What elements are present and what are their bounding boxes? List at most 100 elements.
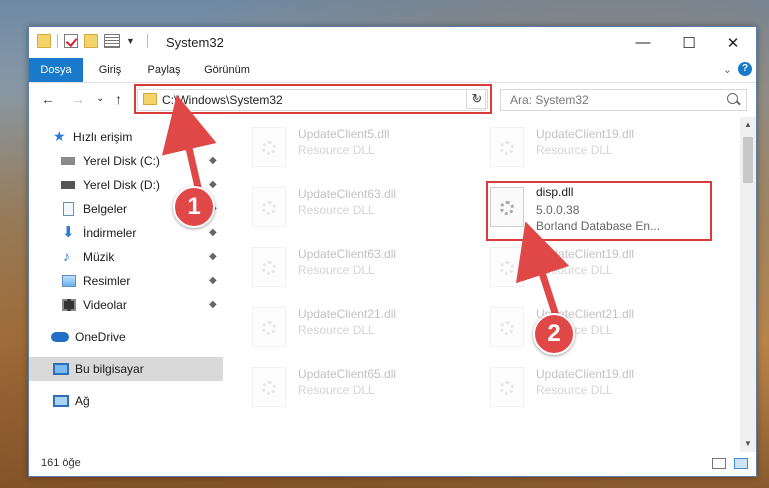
pin-icon[interactable]: ◆ bbox=[209, 227, 217, 238]
up-button[interactable]: ↑ bbox=[115, 91, 122, 107]
file-type: Resource DLL bbox=[298, 143, 375, 157]
sidebar-item-local-disk-c[interactable]: Yerel Disk (C:) ◆ bbox=[29, 149, 223, 173]
sidebar-item-quick-access[interactable]: ★ Hızlı erişim bbox=[29, 125, 223, 149]
search-icon bbox=[727, 93, 738, 104]
recent-locations-button[interactable]: ⌄ bbox=[96, 93, 104, 104]
new-folder-icon[interactable] bbox=[84, 34, 98, 48]
file-name: UpdateClient63.dll bbox=[298, 187, 397, 201]
tab-paylas[interactable]: Paylaş bbox=[141, 58, 187, 82]
dll-file-icon bbox=[252, 187, 286, 227]
status-bar: 161 öğe bbox=[29, 452, 756, 476]
sidebar-item-network[interactable]: Ağ bbox=[29, 389, 223, 413]
sidebar-item-label: Resimler bbox=[83, 274, 131, 288]
file-item[interactable]: UpdateClient21.dll Resource DLL bbox=[252, 305, 472, 353]
scroll-down-icon[interactable]: ▼ bbox=[740, 436, 756, 452]
star-icon: ★ bbox=[53, 128, 66, 144]
sidebar-item-label: Yerel Disk (C:) bbox=[83, 154, 160, 168]
sidebar-item-onedrive[interactable]: OneDrive bbox=[29, 325, 223, 349]
sidebar-item-label: İndirmeler bbox=[83, 226, 137, 240]
file-type: Resource DLL bbox=[536, 263, 613, 277]
file-name: UpdateClient19.dll bbox=[536, 367, 635, 381]
dll-file-icon bbox=[252, 307, 286, 347]
chevron-down-icon[interactable]: ▼ bbox=[126, 36, 135, 46]
dll-file-icon bbox=[252, 127, 286, 167]
film-icon bbox=[62, 299, 76, 311]
vertical-scrollbar[interactable]: ▲ ▼ bbox=[740, 117, 756, 452]
ribbon-tabs: Dosya Giriş Paylaş Görünüm ⌄ ? bbox=[29, 58, 756, 83]
step-2-badge: 2 bbox=[533, 313, 575, 355]
drive-icon bbox=[61, 157, 75, 165]
forward-button[interactable]: → bbox=[71, 91, 85, 107]
file-item[interactable]: UpdateClient19.dll Resource DLL bbox=[490, 365, 710, 413]
customize-toolbar-icon[interactable] bbox=[104, 34, 120, 48]
details-view-icon[interactable] bbox=[712, 458, 726, 469]
close-icon: ✕ bbox=[726, 34, 740, 52]
pin-icon[interactable]: ◆ bbox=[209, 299, 217, 310]
cloud-icon bbox=[51, 332, 69, 342]
file-item[interactable]: UpdateClient63.dll Resource DLL bbox=[252, 185, 472, 233]
sidebar-item-label: Ağ bbox=[75, 394, 90, 408]
sidebar-item-label: Hızlı erişim bbox=[73, 130, 133, 144]
computer-icon bbox=[53, 363, 69, 375]
pictures-icon bbox=[62, 275, 76, 287]
step-1-badge: 1 bbox=[173, 186, 215, 228]
minimize-button[interactable]: — bbox=[620, 27, 666, 58]
drive-icon bbox=[61, 181, 75, 189]
file-item[interactable]: UpdateClient19.dll Resource DLL bbox=[490, 125, 710, 173]
close-button[interactable]: ✕ bbox=[710, 27, 756, 58]
sidebar-item-pictures[interactable]: Resimler ◆ bbox=[29, 269, 223, 293]
file-item[interactable]: UpdateClient63.dll Resource DLL bbox=[252, 245, 472, 293]
file-type: Resource DLL bbox=[536, 383, 613, 397]
search-placeholder: Ara: System32 bbox=[510, 93, 589, 107]
file-name: UpdateClient63.dll bbox=[298, 247, 397, 261]
dll-file-icon bbox=[490, 127, 524, 167]
file-type: Resource DLL bbox=[298, 263, 375, 277]
pin-icon[interactable]: ◆ bbox=[209, 179, 217, 190]
network-icon bbox=[53, 395, 69, 407]
file-item[interactable]: UpdateClient19.dll Resource DLL bbox=[490, 245, 710, 293]
sidebar-item-videos[interactable]: Videolar ◆ bbox=[29, 293, 223, 317]
help-icon[interactable]: ? bbox=[738, 62, 752, 76]
search-input[interactable]: Ara: System32 bbox=[500, 89, 747, 111]
window-title: System32 bbox=[166, 35, 224, 50]
maximize-icon: ☐ bbox=[682, 34, 696, 52]
tiles-view-icon[interactable] bbox=[734, 458, 748, 469]
pin-icon[interactable]: ◆ bbox=[209, 275, 217, 286]
file-item[interactable]: UpdateClient65.dll Resource DLL bbox=[252, 365, 472, 413]
sidebar-item-label: Videolar bbox=[83, 298, 127, 312]
download-arrow-icon: ⬇ bbox=[62, 224, 75, 241]
properties-check-icon[interactable] bbox=[64, 34, 78, 48]
tab-gorunum[interactable]: Görünüm bbox=[197, 58, 257, 82]
file-item[interactable]: UpdateClient21.dll Resource DLL bbox=[490, 305, 710, 353]
scrollbar-thumb[interactable] bbox=[743, 137, 753, 183]
expand-ribbon-icon[interactable]: ⌄ bbox=[723, 63, 732, 76]
sidebar-item-music[interactable]: ♪ Müzik ◆ bbox=[29, 245, 223, 269]
file-item[interactable]: UpdateClient5.dll Resource DLL bbox=[252, 125, 472, 173]
file-name: UpdateClient5.dll bbox=[298, 127, 390, 141]
file-type: Resource DLL bbox=[298, 383, 375, 397]
document-icon bbox=[63, 202, 74, 216]
file-name: UpdateClient19.dll bbox=[536, 127, 635, 141]
scroll-up-icon[interactable]: ▲ bbox=[740, 117, 756, 133]
file-list-area: UpdateClient5.dll Resource DLL UpdateCli… bbox=[224, 117, 740, 452]
tab-giris[interactable]: Giriş bbox=[89, 58, 131, 82]
music-note-icon: ♪ bbox=[63, 248, 70, 264]
sidebar-item-this-pc[interactable]: Bu bilgisayar bbox=[29, 357, 223, 381]
file-name: UpdateClient21.dll bbox=[298, 307, 397, 321]
maximize-button[interactable]: ☐ bbox=[666, 27, 712, 58]
pin-icon[interactable]: ◆ bbox=[209, 155, 217, 166]
dll-file-icon bbox=[252, 367, 286, 407]
tab-dosya[interactable]: Dosya bbox=[29, 58, 83, 82]
file-name: UpdateClient65.dll bbox=[298, 367, 397, 381]
sidebar-item-label: Yerel Disk (D:) bbox=[83, 178, 160, 192]
minimize-icon: — bbox=[635, 34, 651, 51]
file-type: Resource DLL bbox=[298, 203, 375, 217]
pin-icon[interactable]: ◆ bbox=[209, 251, 217, 262]
item-count: 161 öğe bbox=[41, 457, 81, 469]
sidebar-item-label: OneDrive bbox=[75, 330, 126, 344]
file-type: Resource DLL bbox=[536, 143, 613, 157]
back-button[interactable]: ← bbox=[41, 91, 55, 107]
sidebar-item-label: Bu bilgisayar bbox=[75, 362, 144, 376]
file-explorer-window: ▼ System32 — ☐ ✕ Dosya Giriş Paylaş Görü… bbox=[28, 26, 757, 477]
folder-icon bbox=[37, 34, 51, 48]
